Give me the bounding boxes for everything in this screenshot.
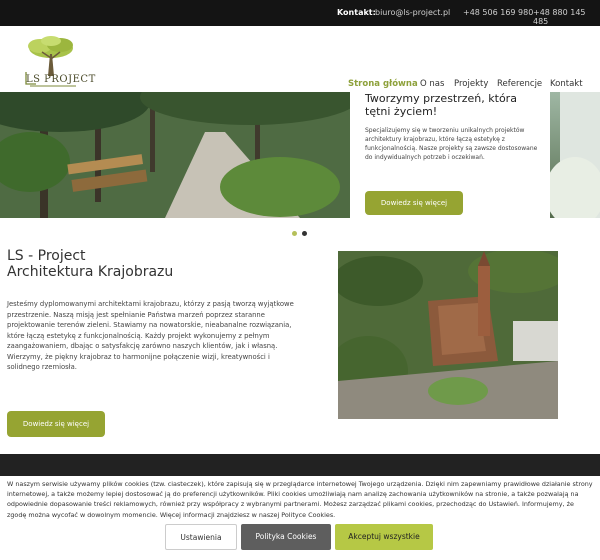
cookie-banner: W naszym serwisie używamy plików cookies…	[0, 476, 600, 560]
contact-email-link[interactable]: biuro@ls-project.pl	[375, 8, 450, 17]
site-header: LS PROJECT Strona główna O nas Projekty …	[0, 26, 600, 92]
hero-title: Tworzymy przestrzeń, która tętni życiem!	[365, 92, 517, 118]
carousel-dot-icon[interactable]	[292, 231, 297, 236]
nav-about[interactable]: O nas	[420, 79, 444, 89]
contact-phone-1-link[interactable]: +48 506 169 980	[463, 8, 533, 17]
logo-text: LS PROJECT	[26, 74, 96, 85]
about-title-line1: LS - Project	[7, 248, 86, 264]
about-title-line2: Architektura Krajobrazu	[7, 264, 174, 280]
about-learn-more-button[interactable]: Dowiedz się więcej	[7, 411, 105, 437]
cookie-accept-all-button[interactable]: Akceptuj wszystkie	[335, 524, 433, 550]
nav-projects[interactable]: Projekty	[454, 79, 488, 89]
top-contact-bar: Kontakt: biuro@ls-project.pl +48 506 169…	[0, 0, 600, 26]
contact-phone-2-link[interactable]: +48 880 145 485	[533, 8, 600, 26]
hero-description: Specjalizujemy się w tworzeniu unikalnyc…	[365, 127, 538, 161]
hero-slider[interactable]: Tworzymy przestrzeń, która tętni życiem!…	[0, 92, 600, 218]
carousel-dot-icon[interactable]	[302, 231, 307, 236]
nav-home[interactable]: Strona główna	[348, 79, 418, 89]
hero-text-panel: Tworzymy przestrzeń, która tętni życiem!…	[350, 92, 550, 218]
about-title: LS - Project Architektura Krajobrazu	[7, 248, 173, 280]
cookie-policy-button[interactable]: Polityka Cookies	[241, 524, 331, 550]
nav-references[interactable]: Referencje	[497, 79, 542, 89]
nav-contact[interactable]: Kontakt	[550, 79, 583, 89]
cookie-settings-button[interactable]: Ustawienia	[165, 524, 237, 550]
about-description: Jesteśmy dyplomowanymi architektami kraj…	[7, 300, 294, 371]
aerial-project-image	[338, 251, 558, 419]
contact-label: Kontakt:	[337, 8, 376, 17]
section-divider-image	[0, 454, 600, 476]
cookie-notice-text: W naszym serwisie używamy plików cookies…	[7, 480, 593, 519]
hero-learn-more-button[interactable]: Dowiedz się więcej	[365, 191, 463, 215]
